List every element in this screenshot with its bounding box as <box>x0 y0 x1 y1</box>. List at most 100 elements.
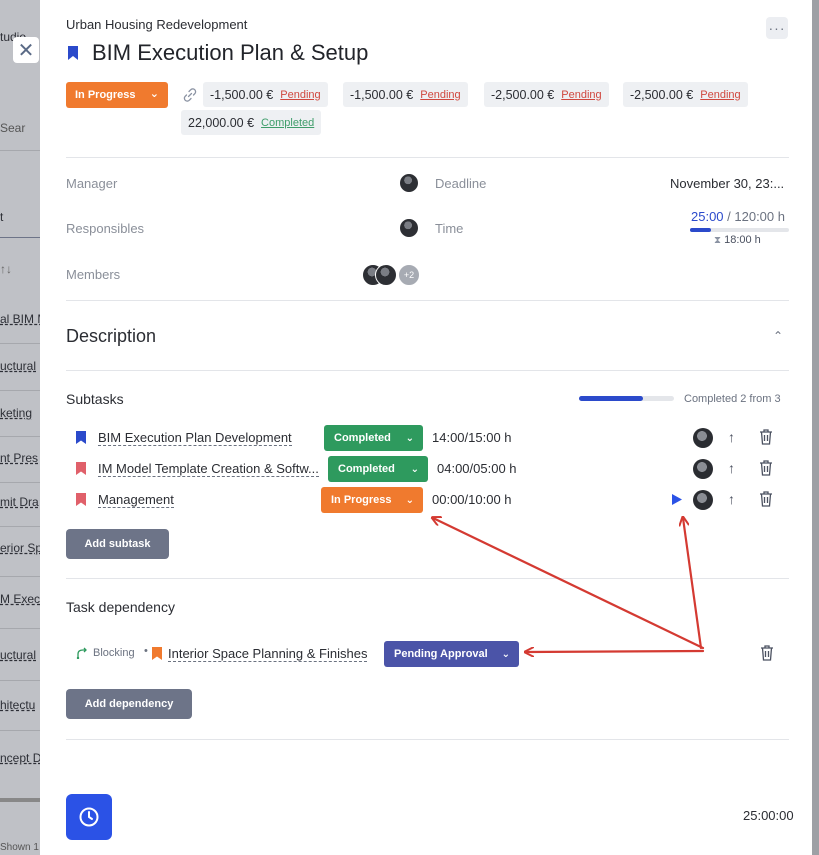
subtask-hours: 14:00/15:00 h <box>432 430 512 445</box>
assignee-avatar[interactable] <box>693 459 713 479</box>
bg-text: t <box>0 210 4 224</box>
blocking-icon <box>76 647 87 659</box>
payment-amount: 22,000.00 € <box>188 115 255 130</box>
bg-sort: ↑↓ <box>0 262 12 276</box>
bookmark-flag-icon <box>76 462 86 475</box>
background-app: tudio Sear t ↑↓ al BIM M uctural keting … <box>0 0 40 855</box>
timer-value: 25:00:00 <box>743 808 794 823</box>
arrow-up-icon[interactable]: ↑ <box>728 491 735 507</box>
deadline-value[interactable]: November 30, 23:... <box>670 176 784 191</box>
payment-tag[interactable]: -1,500.00 € Pending <box>343 82 468 107</box>
subtask-row: BIM Execution Plan Development Completed… <box>76 425 789 451</box>
subtask-name[interactable]: IM Model Template Creation & Softw... <box>98 461 319 477</box>
members-more-badge[interactable]: +2 <box>398 264 420 286</box>
dependency-status-dropdown[interactable]: Pending Approval ⌄ <box>384 641 519 667</box>
add-subtask-button[interactable]: Add subtask <box>66 529 169 559</box>
subtasks-progress-bar <box>579 396 674 401</box>
chevron-down-icon: ⌄ <box>149 88 159 100</box>
bookmark-flag-icon <box>76 493 86 506</box>
status-label: In Progress <box>331 494 392 506</box>
time-spent: 25:00 <box>691 209 724 224</box>
estimate-value: 18:00 h <box>724 234 761 246</box>
assignee-avatar[interactable] <box>693 428 713 448</box>
page-title[interactable]: BIM Execution Plan & Setup <box>92 40 368 66</box>
payment-amount: -1,500.00 € <box>350 87 414 102</box>
payment-status[interactable]: Pending <box>700 89 740 101</box>
arrow-up-icon[interactable]: ↑ <box>728 429 735 445</box>
responsible-avatar[interactable] <box>399 218 419 238</box>
member-avatar[interactable] <box>375 264 397 286</box>
payment-status[interactable]: Completed <box>261 117 314 129</box>
payment-tag[interactable]: -2,500.00 € Pending <box>623 82 748 107</box>
more-options-button[interactable]: ··· <box>766 17 788 39</box>
bg-item: keting <box>0 406 33 420</box>
subtask-status-dropdown[interactable]: In Progress ⌄ <box>321 487 423 513</box>
payment-status[interactable]: Pending <box>420 89 460 101</box>
bg-item: uctural <box>0 359 37 373</box>
time-value[interactable]: 25:00 / 120:00 h <box>691 209 785 224</box>
chevron-up-icon[interactable]: ⌃ <box>773 329 783 343</box>
dependency-task-name[interactable]: Interior Space Planning & Finishes <box>168 646 368 662</box>
payment-status[interactable]: Pending <box>561 89 601 101</box>
trash-icon[interactable] <box>759 644 775 662</box>
subtask-name[interactable]: Management <box>98 492 174 508</box>
subtasks-progress-text: Completed 2 from 3 <box>684 393 781 405</box>
status-label: Completed <box>334 432 391 444</box>
bg-item: al BIM M <box>0 312 40 326</box>
payment-tag[interactable]: -2,500.00 € Pending <box>484 82 609 107</box>
subtask-status-dropdown[interactable]: Completed ⌄ <box>328 456 428 482</box>
payment-amount: -2,500.00 € <box>491 87 555 102</box>
clock-icon <box>79 807 99 827</box>
chevron-down-icon: ⌄ <box>501 648 510 660</box>
project-name[interactable]: Urban Housing Redevelopment <box>66 17 247 32</box>
play-icon[interactable] <box>671 493 683 506</box>
bg-search: Sear <box>0 121 26 135</box>
bg-item: ncept D <box>0 751 40 765</box>
assignee-avatar[interactable] <box>693 490 713 510</box>
payment-status[interactable]: Pending <box>280 89 320 101</box>
description-heading: Description <box>66 326 157 346</box>
trash-icon[interactable] <box>758 428 774 446</box>
estimate-icon: ⧗ <box>714 235 722 246</box>
status-dropdown[interactable]: In Progress ⌄ <box>66 82 168 108</box>
manager-avatar[interactable] <box>399 173 419 193</box>
bg-item: nt Pres <box>0 451 39 465</box>
trash-icon[interactable] <box>758 459 774 477</box>
bg-item: hitectu <box>0 698 36 712</box>
dependency-type: Blocking <box>93 647 135 659</box>
task-detail-panel: Urban Housing Redevelopment ··· BIM Exec… <box>40 0 812 855</box>
bg-item: uctural <box>0 648 37 662</box>
dependency-separator: • <box>144 645 148 657</box>
close-icon: ✕ <box>17 39 35 62</box>
timer-button[interactable] <box>66 794 112 840</box>
add-dependency-button[interactable]: Add dependency <box>66 689 192 719</box>
bg-item: erior Sp <box>0 541 40 555</box>
trash-icon[interactable] <box>758 490 774 508</box>
close-panel-button[interactable]: ✕ <box>13 37 39 63</box>
subtask-row: IM Model Template Creation & Softw... Co… <box>76 456 789 482</box>
subtask-status-dropdown[interactable]: Completed ⌄ <box>324 425 423 451</box>
members-label: Members <box>66 267 121 282</box>
status-label: Completed <box>338 463 395 475</box>
time-progress-bar <box>690 228 789 232</box>
subtask-row: Management In Progress ⌄ 00:00/10:00 h ↑ <box>76 487 789 513</box>
time-label: Time <box>435 221 464 236</box>
bookmark-flag-icon <box>76 431 86 444</box>
title-row: BIM Execution Plan & Setup <box>66 40 368 66</box>
deadline-label: Deadline <box>435 176 487 191</box>
arrow-up-icon[interactable]: ↑ <box>728 460 735 476</box>
subtask-name[interactable]: BIM Execution Plan Development <box>98 430 292 446</box>
ellipsis-icon: ··· <box>768 20 786 36</box>
payment-tag[interactable]: -1,500.00 € Pending <box>203 82 328 107</box>
subtask-hours: 00:00/10:00 h <box>432 492 512 507</box>
bg-item: mit Dra <box>0 495 39 509</box>
scrollbar-track <box>812 0 819 855</box>
payment-tag[interactable]: 22,000.00 € Completed <box>181 110 322 135</box>
status-label: Pending Approval <box>394 648 488 660</box>
payment-amount: -2,500.00 € <box>630 87 694 102</box>
chevron-down-icon: ⌄ <box>410 463 419 475</box>
subtasks-heading: Subtasks <box>66 391 124 407</box>
link-icon[interactable] <box>182 87 198 103</box>
bg-footer: Shown 1 <box>0 842 39 853</box>
bg-item: M Exec <box>0 592 40 606</box>
